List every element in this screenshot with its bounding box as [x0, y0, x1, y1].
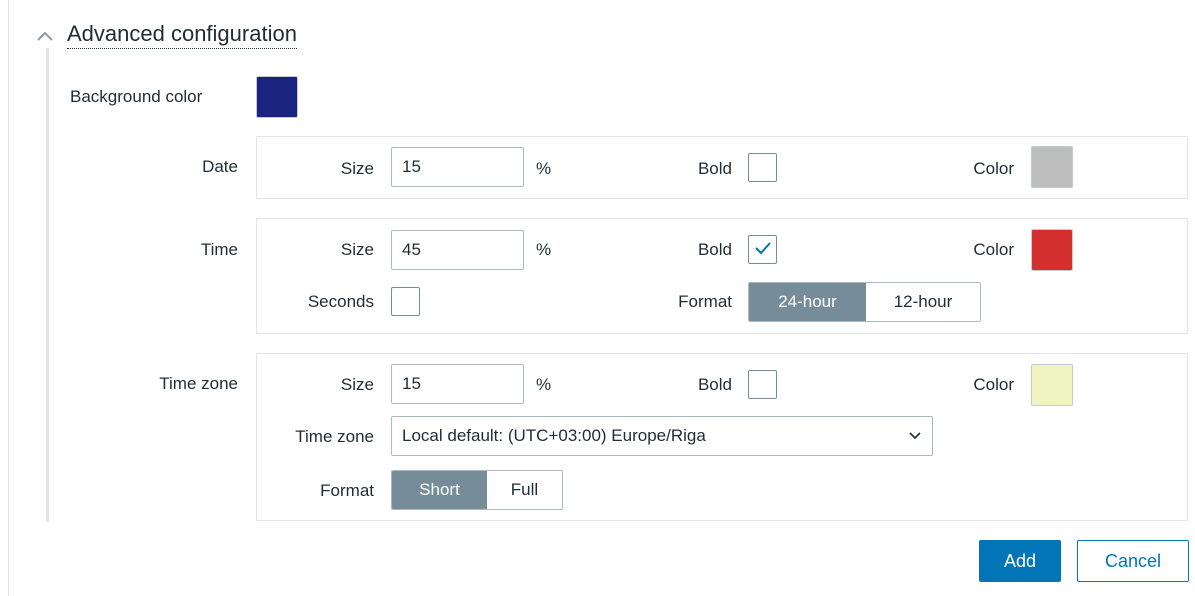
- time-seconds-checkbox[interactable]: [391, 287, 420, 316]
- timezone-select-value: Local default: (UTC+03:00) Europe/Riga: [402, 426, 706, 445]
- timezone-format-label: Format: [320, 481, 374, 500]
- time-color-swatch[interactable]: [1031, 229, 1073, 271]
- left-border: [8, 0, 9, 596]
- time-format-12-hour[interactable]: 12-hour: [866, 283, 980, 321]
- time-size-label: Size: [340, 240, 374, 259]
- time-bold-label: Bold: [697, 240, 732, 259]
- section-indent-line: [46, 48, 49, 522]
- advanced-configuration-title: Advanced configuration: [67, 21, 297, 49]
- time-format-label: Format: [678, 292, 732, 311]
- timezone-select[interactable]: Local default: (UTC+03:00) Europe/Riga: [391, 416, 933, 456]
- time-format-toggle: 24-hour 12-hour: [748, 282, 981, 322]
- timezone-label: Time zone: [159, 374, 238, 393]
- time-format-24-hour[interactable]: 24-hour: [749, 283, 866, 321]
- cancel-button[interactable]: Cancel: [1077, 540, 1189, 582]
- timezone-tz-label: Time zone: [295, 427, 374, 446]
- timezone-format-full[interactable]: Full: [487, 471, 562, 509]
- timezone-format-toggle: Short Full: [391, 470, 563, 510]
- date-color-label: Color: [973, 159, 1014, 178]
- timezone-size-unit: %: [536, 375, 552, 394]
- date-label: Date: [202, 157, 238, 176]
- date-size-label: Size: [340, 159, 374, 178]
- date-bold-label: Bold: [697, 159, 732, 178]
- time-color-label: Color: [973, 240, 1014, 259]
- check-icon: [754, 240, 772, 260]
- chevron-down-icon: [908, 426, 922, 446]
- timezone-color-label: Color: [973, 375, 1014, 394]
- date-size-unit: %: [536, 159, 552, 178]
- timezone-bold-checkbox[interactable]: [748, 370, 777, 399]
- timezone-size-label: Size: [340, 375, 374, 394]
- time-size-input[interactable]: [391, 230, 524, 270]
- date-color-swatch[interactable]: [1031, 146, 1073, 188]
- background-color-label: Background color: [70, 87, 203, 106]
- time-size-unit: %: [536, 240, 552, 259]
- time-label: Time: [200, 240, 238, 259]
- timezone-bold-label: Bold: [697, 375, 732, 394]
- time-bold-checkbox[interactable]: [748, 235, 777, 264]
- timezone-size-input[interactable]: [391, 364, 524, 404]
- timezone-format-short[interactable]: Short: [392, 471, 487, 509]
- add-button[interactable]: Add: [979, 540, 1061, 582]
- chevron-up-icon: [36, 28, 54, 42]
- background-color-swatch[interactable]: [256, 76, 298, 118]
- date-bold-checkbox[interactable]: [748, 153, 777, 182]
- timezone-color-swatch[interactable]: [1031, 364, 1073, 406]
- time-seconds-label: Seconds: [307, 292, 374, 311]
- advanced-configuration-toggle[interactable]: Advanced configuration: [36, 20, 297, 50]
- date-size-input[interactable]: [391, 147, 524, 187]
